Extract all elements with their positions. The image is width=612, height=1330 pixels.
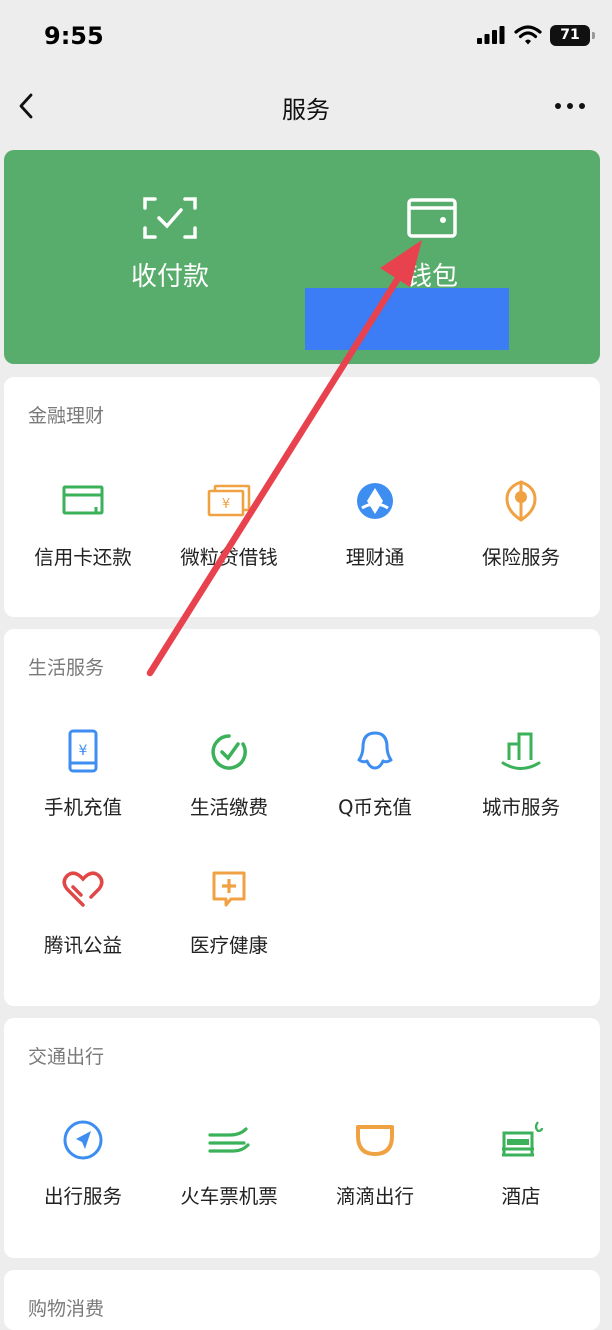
credit-card-icon	[62, 485, 104, 515]
redaction-box	[305, 288, 509, 350]
pay-collect-button[interactable]: 收付款	[70, 196, 270, 293]
qq-coin-label: Q币充值	[338, 796, 412, 819]
phone-topup-icon: ¥	[68, 729, 98, 773]
hotel-button[interactable]: 酒店	[446, 1116, 596, 1209]
status-time: 9:55	[44, 22, 104, 50]
wallet-icon	[407, 198, 457, 238]
nav-bar: 服务	[0, 70, 612, 142]
phone-topup-button[interactable]: ¥ 手机充值	[8, 727, 158, 820]
section-title: 金融理财	[28, 405, 105, 427]
charity-button[interactable]: 腾讯公益	[8, 865, 158, 958]
page-title: 服务	[282, 96, 330, 124]
insurance-label: 保险服务	[481, 546, 560, 569]
loan-button[interactable]: ¥ 微粒贷借钱	[154, 477, 304, 570]
utility-bill-label: 生活缴费	[189, 796, 268, 819]
utility-bill-icon	[211, 734, 247, 770]
didi-button[interactable]: 滴滴出行	[300, 1116, 450, 1209]
section-title: 交通出行	[28, 1046, 105, 1068]
svg-text:¥: ¥	[222, 497, 230, 512]
wealth-button[interactable]: 理财通	[300, 477, 450, 570]
credit-card-repay-button[interactable]: 信用卡还款	[8, 477, 158, 570]
scan-pay-icon	[143, 197, 197, 239]
section-title: 生活服务	[28, 657, 105, 679]
insurance-button[interactable]: 保险服务	[446, 477, 596, 570]
train-ticket-icon	[208, 1127, 250, 1153]
loan-icon: ¥	[207, 484, 251, 517]
phone-topup-label: 手机充值	[43, 796, 122, 819]
didi-icon	[356, 1125, 394, 1156]
medical-icon	[212, 871, 246, 907]
medical-label: 医疗健康	[189, 934, 268, 957]
insurance-icon	[505, 480, 537, 522]
hotel-icon	[502, 1121, 544, 1157]
qq-coin-icon	[357, 731, 393, 770]
svg-text:¥: ¥	[79, 743, 88, 759]
city-service-label: 城市服务	[481, 796, 560, 819]
utility-bill-button[interactable]: 生活缴费	[154, 727, 304, 820]
more-icon[interactable]	[552, 92, 588, 120]
pay-collect-label: 收付款	[130, 262, 209, 292]
battery-level: 71	[560, 27, 580, 43]
travel-service-label: 出行服务	[43, 1185, 122, 1208]
hotel-label: 酒店	[501, 1185, 541, 1208]
wealth-label: 理财通	[345, 546, 405, 569]
medical-button[interactable]: 医疗健康	[154, 865, 304, 958]
status-bar: 9:55 71	[0, 0, 612, 70]
train-ticket-label: 火车票机票	[180, 1185, 278, 1208]
transport-section: 交通出行 出行服务 火车票机票 滴滴出行 酒店	[4, 1018, 600, 1258]
finance-section: 金融理财 信用卡还款 ¥ 微粒贷借钱 理财通 保险服务	[4, 377, 600, 617]
charity-label: 腾讯公益	[43, 934, 122, 957]
status-icons: 71	[476, 24, 595, 46]
battery-indicator: 71	[550, 24, 595, 46]
credit-card-repay-label: 信用卡还款	[34, 546, 132, 569]
qq-coin-button[interactable]: Q币充值	[300, 727, 450, 820]
wealth-icon	[357, 483, 393, 519]
city-service-button[interactable]: 城市服务	[446, 727, 596, 820]
city-service-icon	[501, 732, 541, 770]
pay-wallet-card: 收付款 钱包	[4, 150, 600, 364]
train-ticket-button[interactable]: 火车票机票	[154, 1116, 304, 1209]
wallet-button[interactable]: 钱包	[332, 196, 532, 293]
charity-icon	[62, 871, 104, 907]
loan-label: 微粒贷借钱	[180, 546, 278, 569]
shopping-section: 购物消费	[4, 1270, 600, 1330]
wifi-icon	[514, 25, 542, 45]
life-service-section: 生活服务 ¥ 手机充值 生活缴费 Q币充值 城市服务 腾讯公益 医疗健康	[4, 629, 600, 1006]
travel-service-button[interactable]: 出行服务	[8, 1116, 158, 1209]
signal-icon	[477, 26, 505, 44]
travel-icon	[63, 1120, 103, 1160]
didi-label: 滴滴出行	[335, 1185, 414, 1208]
